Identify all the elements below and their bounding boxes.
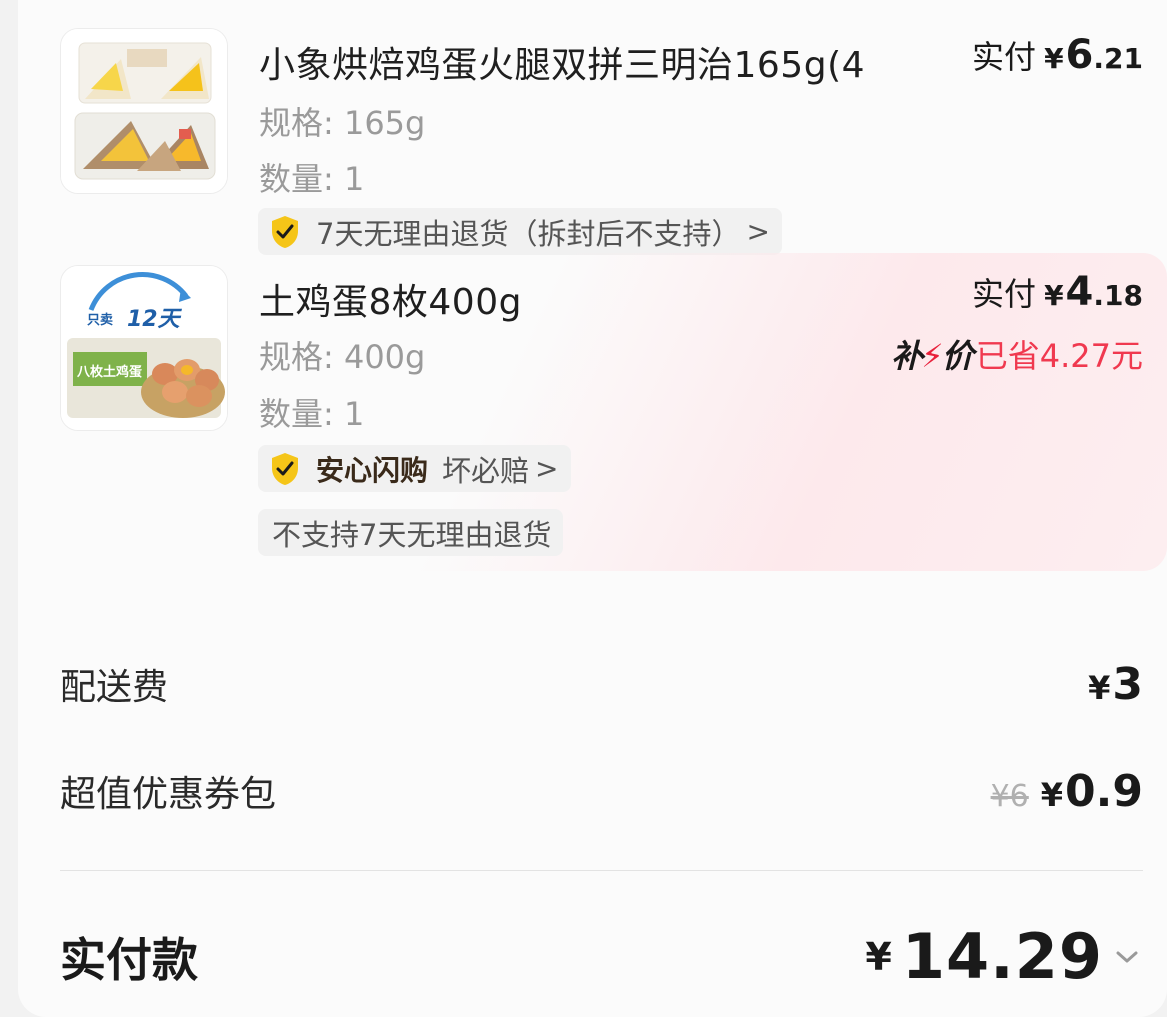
paid-label: 实付 [972,38,1037,76]
delivery-fee-value: ¥3 [1088,658,1143,710]
product-quantity: 数量: 1 [259,395,365,433]
assurance-tag[interactable]: 安心闪购 坏必赔 > [258,445,571,492]
chevron-right-icon: > [746,215,770,248]
saved-amount: 已省4.27元 [975,337,1143,375]
price-decimal: .21 [1093,42,1143,75]
product-spec: 规格: 165g [259,104,426,142]
divider [60,870,1143,871]
total-row[interactable]: 实付款 ¥ 14.29 [60,920,1141,993]
subsidy-price-logo: 补⚡价 [891,337,974,375]
currency-symbol: ¥ [1044,279,1064,312]
assurance-label: 坏必赔 [442,453,530,488]
currency-symbol: ¥ [1044,42,1064,75]
currency-symbol: ¥ [865,934,892,979]
product-spec: 规格: 400g [259,338,426,376]
original-price: ¥6 [990,778,1029,814]
product-title[interactable]: 小象烘焙鸡蛋火腿双拼三明治165g(4 [259,36,931,88]
price-integer: 6 [1065,32,1094,78]
assurance-brand: 安心闪购 [316,453,429,487]
order-item[interactable]: 小象烘焙鸡蛋火腿双拼三明治165g(4 规格: 165g 数量: 1 实付 ¥ … [18,0,1167,260]
egg-product-photo: 只卖 12天 八枚土鸡蛋 [61,266,227,430]
product-title[interactable]: 土鸡蛋8枚400g [259,273,522,325]
delivery-fee-label: 配送费 [60,667,169,708]
product-image[interactable]: 只卖 12天 八枚土鸡蛋 [60,265,228,431]
product-quantity: 数量: 1 [259,160,365,198]
total-label: 实付款 [60,932,198,987]
chevron-right-icon: > [535,452,559,485]
product-image[interactable] [60,28,228,194]
total-amount: 14.29 [901,920,1103,993]
price-decimal: .18 [1093,279,1143,312]
coupon-pack-row[interactable]: 超值优惠券包 ¥6 ¥0.9 [60,765,1143,817]
savings-info: 补⚡价 已省4.27元 [891,331,1143,377]
order-item[interactable]: 只卖 12天 八枚土鸡蛋 土鸡蛋8枚400g 规格: 400g 数量: 1 实付… [18,253,1167,571]
delivery-fee-row: 配送费 ¥3 [60,658,1143,710]
coupon-pack-value: ¥6 ¥0.9 [991,766,1143,817]
order-card: 小象烘焙鸡蛋火腿双拼三明治165g(4 规格: 165g 数量: 1 实付 ¥ … [18,0,1167,1017]
chevron-down-icon[interactable] [1113,947,1141,967]
return-policy-label: 7天无理由退货（拆封后不支持） [316,216,741,251]
return-policy-tag[interactable]: 7天无理由退货（拆封后不支持） > [258,208,782,255]
coupon-price: ¥0.9 [1040,765,1143,817]
image-badge-b: 12天 [127,307,183,332]
return-policy-label: 不支持7天无理由退货 [272,517,552,552]
shield-check-icon [272,215,298,248]
paid-label: 实付 [972,275,1037,313]
coupon-pack-label: 超值优惠券包 [60,774,277,815]
return-policy-tag: 不支持7天无理由退货 [258,509,564,556]
paid-price: 实付 ¥ 6 .21 [972,32,1143,78]
shield-check-icon [272,452,298,485]
image-box-label: 八枚土鸡蛋 [76,364,142,380]
paid-price: 实付 ¥ 4 .18 [972,269,1143,315]
price-integer: 4 [1065,269,1094,315]
image-badge-a: 只卖 [87,312,113,328]
sandwich-product-photo [61,29,227,193]
total-value[interactable]: ¥ 14.29 [865,920,1141,993]
